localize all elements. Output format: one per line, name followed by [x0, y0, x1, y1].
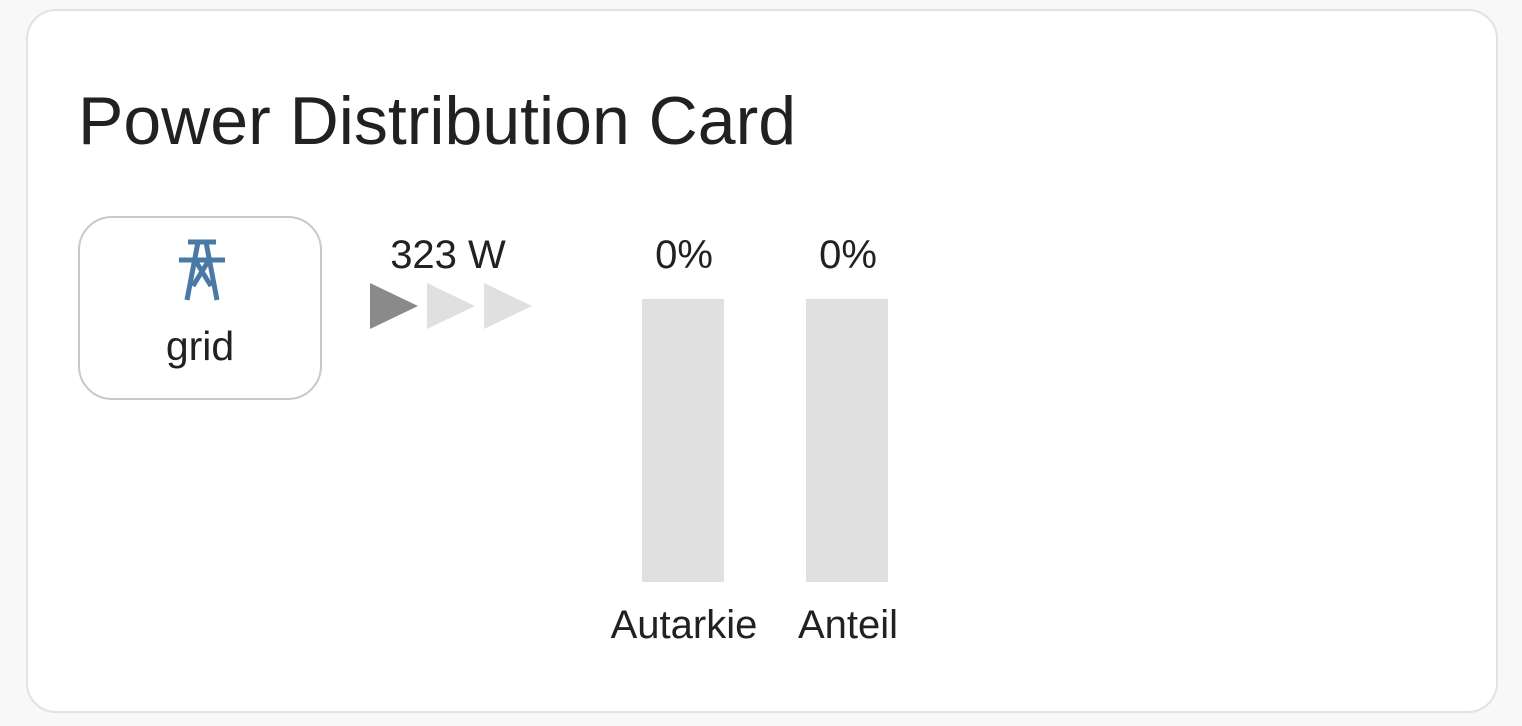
flow-arrow-icon	[484, 283, 532, 329]
grid-power-value: 323 W	[390, 233, 506, 277]
grid-item[interactable]: grid	[78, 216, 322, 400]
transmission-tower-icon	[179, 239, 225, 301]
grid-label: grid	[165, 323, 235, 369]
bar-label: Anteil	[797, 603, 899, 647]
bar-value: 0%	[819, 233, 877, 277]
bar-track	[806, 299, 888, 582]
bar-value: 0%	[655, 233, 713, 277]
bar-label: Autarkie	[610, 603, 758, 647]
flow-arrow-icon	[370, 283, 418, 329]
bar-track	[642, 299, 724, 582]
power-distribution-card: Power Distribution Card grid 323 W 0% Au…	[26, 9, 1498, 713]
flow-arrows	[370, 283, 532, 329]
card-title: Power Distribution Card	[78, 83, 797, 159]
flow-arrow-icon	[427, 283, 475, 329]
